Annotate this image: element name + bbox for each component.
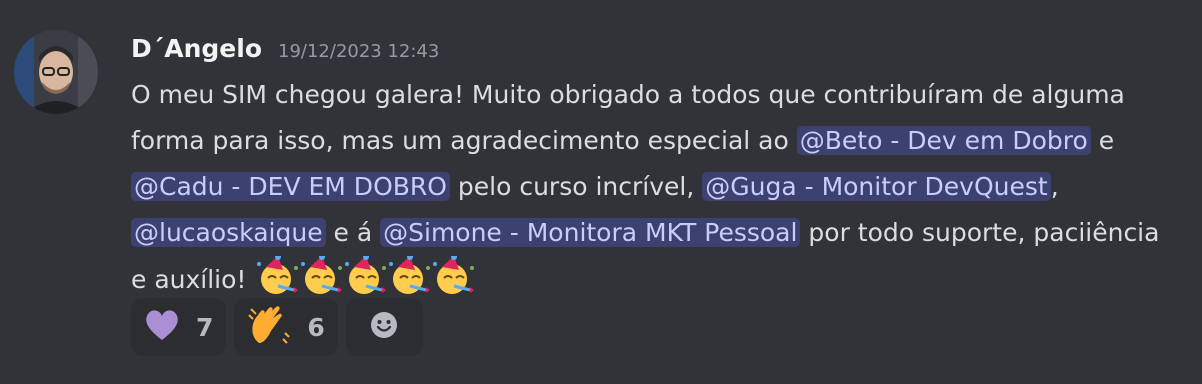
clapping-hands-icon <box>247 305 291 349</box>
message-timestamp[interactable]: 19/12/2023 12:43 <box>278 41 439 62</box>
partying-face-emoji[interactable] <box>388 254 432 296</box>
message-text: e <box>1090 126 1115 155</box>
partying-face-emoji[interactable] <box>300 254 344 296</box>
message-header: D´Angelo 19/12/2023 12:43 <box>131 34 439 68</box>
mention-cadu[interactable]: @Cadu - DEV EM DOBRO <box>131 172 450 201</box>
purple-heart-icon <box>144 308 180 346</box>
partying-face-emoji[interactable] <box>256 254 300 296</box>
mention-simone[interactable]: @Simone - Monitora MKT Pessoal <box>380 218 801 247</box>
message-text: , <box>1050 172 1059 201</box>
avatar-image <box>14 30 98 114</box>
partying-face-emoji[interactable] <box>432 254 476 296</box>
reaction-bar: 7 6 <box>131 298 423 356</box>
add-reaction-smiley-icon <box>370 311 398 343</box>
mention-beto[interactable]: @Beto - Dev em Dobro <box>796 126 1091 155</box>
party-emoji-group <box>256 254 476 296</box>
mention-lucaoskaique[interactable]: @lucaoskaique <box>131 218 326 247</box>
reaction-count: 6 <box>307 312 325 342</box>
reaction-count: 7 <box>196 312 214 342</box>
reaction-clapping-hands[interactable]: 6 <box>234 298 338 356</box>
message-text: pelo curso incrível, <box>449 172 703 201</box>
avatar[interactable] <box>14 30 98 114</box>
partying-face-emoji[interactable] <box>344 254 388 296</box>
add-reaction-button[interactable] <box>345 298 423 356</box>
author-name[interactable]: D´Angelo <box>131 34 262 63</box>
message-content: O meu SIM chegou galera! Muito obrigado … <box>131 72 1181 303</box>
chat-message: D´Angelo 19/12/2023 12:43 O meu SIM cheg… <box>0 0 1202 384</box>
mention-guga[interactable]: @Guga - Monitor DevQuest <box>702 172 1051 201</box>
reaction-purple-heart[interactable]: 7 <box>131 298 227 356</box>
message-text: e á <box>325 218 381 247</box>
